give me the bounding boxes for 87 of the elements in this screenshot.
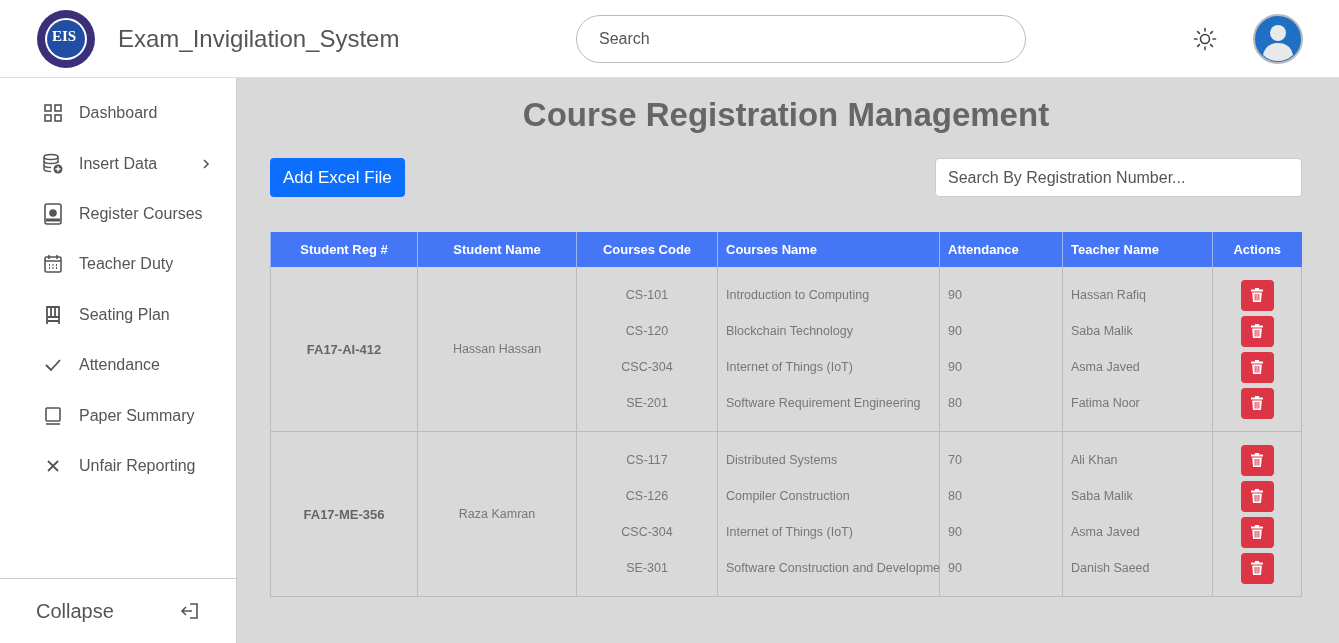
column-header: Actions: [1212, 232, 1302, 267]
table-cell: CS-120: [576, 313, 718, 349]
sidebar-item[interactable]: Teacher Duty: [0, 239, 236, 290]
sidebar-item[interactable]: Insert Data: [0, 138, 236, 189]
table-cell: Danish Saeed: [1062, 550, 1213, 597]
add-excel-button[interactable]: Add Excel File: [270, 158, 405, 197]
table-cell: FA17-AI-412: [270, 267, 418, 432]
table-cell: 80: [939, 478, 1063, 514]
table-cell: CS-126: [576, 478, 718, 514]
table-cell: Raza Kamran: [417, 431, 577, 597]
trash-icon: [1251, 360, 1263, 374]
table-cell: Software Construction and Developme: [717, 550, 940, 597]
registration-search-field[interactable]: Search By Registration Number...: [935, 158, 1302, 197]
exit-icon: [180, 601, 200, 621]
delete-button[interactable]: [1240, 351, 1274, 383]
delete-button[interactable]: [1240, 315, 1274, 347]
delete-button[interactable]: [1240, 552, 1274, 584]
trash-icon: [1251, 288, 1263, 302]
delete-button[interactable]: [1240, 387, 1274, 419]
search-field[interactable]: Search: [576, 14, 1026, 63]
chair-icon: [43, 304, 63, 325]
table-cell: Hassan Hassan: [417, 267, 577, 432]
delete-button[interactable]: [1240, 444, 1274, 476]
trash-icon: [1251, 561, 1263, 575]
trash-icon: [1251, 396, 1263, 410]
trash-icon: [1251, 453, 1263, 467]
delete-button[interactable]: [1240, 279, 1274, 311]
university-logo: [36, 8, 96, 69]
table-cell: Hassan Rafiq: [1062, 267, 1213, 313]
column-header: Teacher Name: [1062, 232, 1213, 267]
table-cell: CSC-304: [576, 514, 718, 550]
table-cell: Ali Khan: [1062, 431, 1213, 478]
column-header: Attendance: [939, 232, 1063, 267]
table-cell: 90: [939, 313, 1063, 349]
table-cell: 90: [939, 550, 1063, 597]
app-title: Exam_Invigilation_System: [118, 24, 400, 53]
table-cell: CS-101: [576, 267, 718, 313]
table-cell: Compiler Construction: [717, 478, 940, 514]
chevron-right-icon: [202, 157, 210, 170]
close-icon: [46, 458, 60, 473]
table-cell: Blockchain Technology: [717, 313, 940, 349]
sidebar-item[interactable]: Paper Summary: [0, 390, 236, 441]
collapse-button[interactable]: Collapse: [0, 578, 236, 643]
logo-initials: EIS: [52, 27, 77, 45]
table-cell: 70: [939, 431, 1063, 478]
table-cell: SE-301: [576, 550, 718, 597]
table-cell: CSC-304: [576, 349, 718, 385]
table-cell: Saba Malik: [1062, 478, 1213, 514]
table-cell: 90: [939, 267, 1063, 313]
sidebar-item[interactable]: Dashboard: [0, 88, 236, 139]
column-header: Courses Name: [717, 232, 940, 267]
trash-icon: [1251, 324, 1263, 338]
column-header: Courses Code: [576, 232, 718, 267]
trash-icon: [1251, 489, 1263, 503]
sun-icon[interactable]: [1193, 26, 1217, 51]
table-cell: Asma Javed: [1062, 349, 1213, 385]
table-cell: 90: [939, 349, 1063, 385]
table-cell: Distributed Systems: [717, 431, 940, 478]
table-cell: SE-201: [576, 385, 718, 432]
table-cell: 90: [939, 514, 1063, 550]
table-cell: Internet of Things (IoT): [717, 349, 940, 385]
table-cell: Asma Javed: [1062, 514, 1213, 550]
grid-icon: [43, 103, 63, 124]
trash-icon: [1251, 525, 1263, 539]
sidebar-item[interactable]: Seating Plan: [0, 289, 236, 340]
id-badge-icon: [43, 202, 63, 225]
page-title: Course Registration Management: [521, 96, 1051, 134]
table-cell: Internet of Things (IoT): [717, 514, 940, 550]
table-cell: Introduction to Computing: [717, 267, 940, 313]
avatar[interactable]: [1253, 13, 1303, 64]
database-plus-icon: [42, 152, 64, 175]
sidebar-item[interactable]: Register Courses: [0, 188, 236, 240]
checkmark-icon: [44, 358, 62, 373]
table-cell: FA17-ME-356: [270, 431, 418, 597]
calendar-icon: [43, 254, 63, 275]
book-icon: [43, 405, 63, 426]
column-header: Student Reg #: [270, 232, 418, 267]
sidebar-item[interactable]: Attendance: [0, 339, 236, 391]
table-cell: 80: [939, 385, 1063, 432]
delete-button[interactable]: [1240, 480, 1274, 512]
delete-button[interactable]: [1240, 516, 1274, 548]
table-cell: Software Requirement Engineering: [717, 385, 940, 432]
table-cell: Saba Malik: [1062, 313, 1213, 349]
sidebar-item[interactable]: Unfair Reporting: [0, 440, 236, 492]
table-cell: CS-117: [576, 431, 718, 478]
table-cell: Fatima Noor: [1062, 385, 1213, 432]
column-header: Student Name: [417, 232, 577, 267]
